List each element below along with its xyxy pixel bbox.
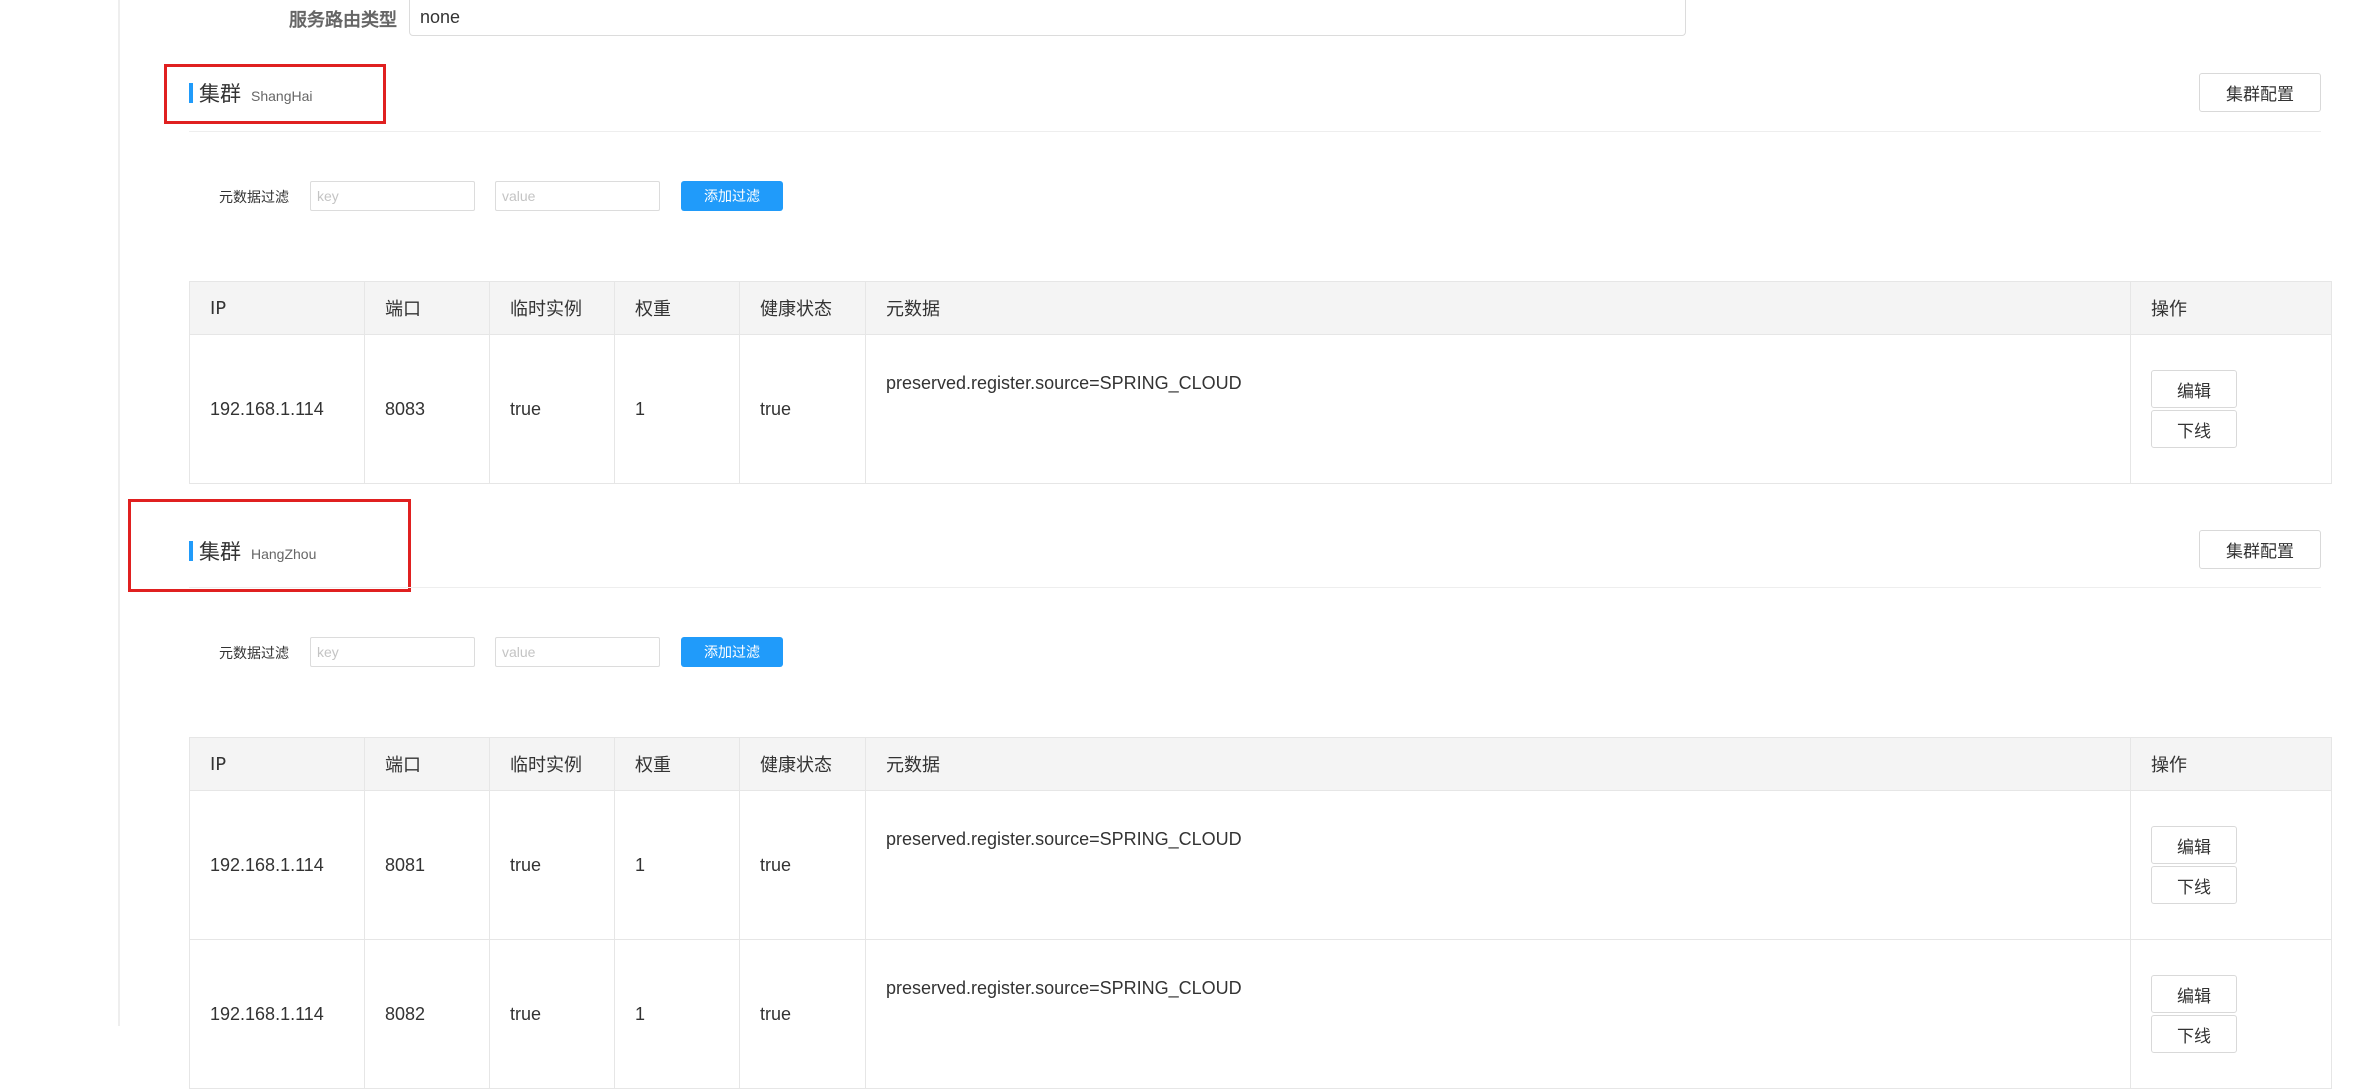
route-type-label: 服务路由类型 [289, 10, 397, 31]
cluster-name: ShangHai [251, 88, 313, 104]
cell-ip: 192.168.1.114 [189, 790, 365, 940]
cell-weight: 1 [614, 334, 740, 484]
column-header-ephemeral: 临时实例 [489, 737, 615, 791]
column-header-ip: IP [189, 281, 365, 335]
cell-ephemeral: true [489, 790, 615, 940]
cluster-title: 集群 HangZhou [189, 536, 316, 566]
cell-port: 8082 [364, 939, 490, 1089]
cell-weight: 1 [614, 790, 740, 940]
cell-ip: 192.168.1.114 [189, 334, 365, 484]
offline-button[interactable]: 下线 [2151, 866, 2237, 904]
route-type-field[interactable]: none [409, 0, 1686, 36]
cell-ephemeral: true [489, 939, 615, 1089]
section-divider [189, 587, 2321, 588]
filter-key-input[interactable]: key [310, 181, 475, 211]
cell-ephemeral: true [489, 334, 615, 484]
cell-actions: 编辑 下线 [2130, 790, 2332, 940]
column-header-metadata: 元数据 [865, 737, 2131, 791]
cell-metadata: preserved.register.source=SPRING_CLOUD [865, 939, 2131, 1089]
cell-health: true [739, 790, 866, 940]
cell-metadata: preserved.register.source=SPRING_CLOUD [865, 334, 2131, 484]
table-header-row: IP 端口 临时实例 权重 健康状态 元数据 操作 [189, 737, 2332, 791]
sidebar-divider [118, 0, 120, 1026]
column-header-actions: 操作 [2130, 281, 2332, 335]
cell-health: true [739, 334, 866, 484]
cluster-title: 集群 ShangHai [189, 78, 313, 108]
column-header-ephemeral: 临时实例 [489, 281, 615, 335]
offline-button[interactable]: 下线 [2151, 410, 2237, 448]
metadata-filter-label: 元数据过滤 [219, 190, 289, 206]
table-row: 192.168.1.114 8083 true 1 true preserved… [189, 334, 2332, 484]
instance-table: IP 端口 临时实例 权重 健康状态 元数据 操作 192.168.1.114 … [189, 737, 2332, 1089]
cell-actions: 编辑 下线 [2130, 939, 2332, 1089]
cluster-title-word: 集群 [199, 540, 241, 564]
cell-weight: 1 [614, 939, 740, 1089]
table-row: 192.168.1.114 8081 true 1 true preserved… [189, 790, 2332, 940]
column-header-metadata: 元数据 [865, 281, 2131, 335]
table-header-row: IP 端口 临时实例 权重 健康状态 元数据 操作 [189, 281, 2332, 335]
cell-health: true [739, 939, 866, 1089]
metadata-filter-label: 元数据过滤 [219, 646, 289, 662]
edit-button[interactable]: 编辑 [2151, 975, 2237, 1013]
column-header-port: 端口 [364, 737, 490, 791]
cluster-name: HangZhou [251, 546, 317, 562]
column-header-weight: 权重 [614, 281, 740, 335]
cell-metadata: preserved.register.source=SPRING_CLOUD [865, 790, 2131, 940]
edit-button[interactable]: 编辑 [2151, 370, 2237, 408]
cell-ip: 192.168.1.114 [189, 939, 365, 1089]
filter-key-input[interactable]: key [310, 637, 475, 667]
title-accent-bar [189, 83, 193, 103]
column-header-actions: 操作 [2130, 737, 2332, 791]
column-header-health: 健康状态 [739, 281, 866, 335]
title-accent-bar [189, 541, 193, 561]
cluster-config-button[interactable]: 集群配置 [2199, 530, 2321, 569]
edit-button[interactable]: 编辑 [2151, 826, 2237, 864]
instance-table: IP 端口 临时实例 权重 健康状态 元数据 操作 192.168.1.114 … [189, 281, 2332, 484]
add-filter-button[interactable]: 添加过滤 [681, 637, 783, 667]
filter-value-input[interactable]: value [495, 181, 660, 211]
offline-button[interactable]: 下线 [2151, 1015, 2237, 1053]
column-header-health: 健康状态 [739, 737, 866, 791]
column-header-weight: 权重 [614, 737, 740, 791]
cell-actions: 编辑 下线 [2130, 334, 2332, 484]
cell-port: 8083 [364, 334, 490, 484]
filter-value-input[interactable]: value [495, 637, 660, 667]
column-header-port: 端口 [364, 281, 490, 335]
column-header-ip: IP [189, 737, 365, 791]
section-divider [189, 131, 2321, 132]
cluster-config-button[interactable]: 集群配置 [2199, 73, 2321, 112]
cluster-title-word: 集群 [199, 82, 241, 106]
cell-port: 8081 [364, 790, 490, 940]
add-filter-button[interactable]: 添加过滤 [681, 181, 783, 211]
table-row: 192.168.1.114 8082 true 1 true preserved… [189, 939, 2332, 1089]
